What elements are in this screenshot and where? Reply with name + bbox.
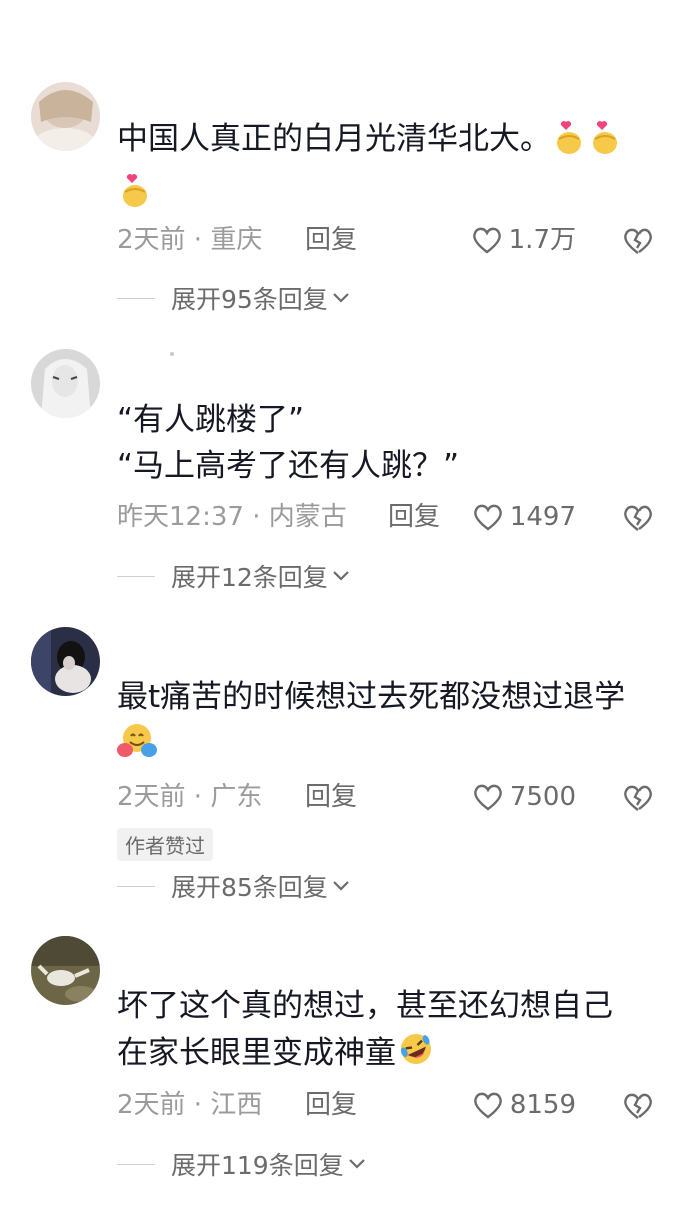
divider-line (117, 1163, 155, 1165)
comment-text: 中国人真正的白月光清华北大。 (117, 115, 662, 221)
like-button[interactable]: 1497 (472, 495, 576, 539)
expand-label: 展开85条回复 (171, 873, 328, 902)
broken-heart-icon (624, 785, 652, 811)
comment-text-content: 中国人真正的白月光清华北大。 (117, 121, 551, 157)
heart-icon (473, 784, 502, 811)
time-location: 2天前 · 重庆 (117, 225, 263, 255)
time-location: 2天前 · 江西 (117, 1090, 263, 1120)
chevron-down-icon (333, 881, 349, 891)
like-button[interactable]: 8159 (472, 1083, 576, 1127)
dislike-button[interactable] (622, 226, 654, 270)
avatar[interactable] (31, 627, 100, 696)
avatar[interactable] (31, 349, 100, 418)
expand-label: 展开12条回复 (171, 563, 328, 592)
reply-button[interactable]: 回复 (305, 218, 357, 262)
heart-icon (473, 1092, 502, 1119)
dislike-button[interactable] (622, 1091, 654, 1135)
expand-replies[interactable]: 展开12条回复 (117, 556, 350, 596)
comment-text-line: 在家长眼里变成神童 (117, 1029, 662, 1082)
expand-label: 展开95条回复 (171, 285, 328, 314)
avatar[interactable] (31, 82, 100, 151)
like-button[interactable]: 1.7万 (471, 218, 576, 262)
time-location: 2天前 · 广东 (117, 782, 263, 812)
avatar[interactable] (31, 936, 100, 1005)
hugging-face-emoji (117, 720, 157, 773)
expand-replies[interactable]: 展开85条回复 (117, 866, 350, 906)
comment-meta: 2天前 · 重庆 回复 1.7万 (117, 218, 662, 262)
reply-button[interactable]: 回复 (305, 1083, 357, 1127)
comment-meta: 2天前 · 江西 回复 8159 (117, 1083, 662, 1127)
heart-icon (473, 504, 502, 531)
like-button[interactable]: 7500 (472, 775, 576, 819)
time-location: 昨天12:37 · 内蒙古 (117, 502, 347, 532)
broken-heart-icon (624, 1093, 652, 1119)
dislike-button[interactable] (622, 503, 654, 547)
reply-button[interactable]: 回复 (305, 775, 357, 819)
like-count: 1497 (509, 502, 576, 532)
comment-text-line: “有人跳楼了” (117, 402, 305, 438)
finger-heart-emoji (117, 168, 153, 221)
expand-replies[interactable]: 展开119条回复 (117, 1144, 366, 1184)
divider-line (117, 575, 155, 577)
chevron-down-icon (333, 293, 349, 303)
chevron-down-icon (333, 571, 349, 581)
comment-text-content: 在家长眼里变成神童 (117, 1035, 396, 1071)
expand-replies[interactable]: 展开95条回复 (117, 278, 350, 318)
decorative-dot (170, 352, 174, 356)
rolling-laughing-emoji (396, 1029, 436, 1082)
chevron-down-icon (348, 1159, 365, 1169)
comment-text-line: 坏了这个真的想过，甚至还幻想自己 (117, 988, 613, 1024)
reply-button[interactable]: 回复 (388, 495, 440, 539)
broken-heart-icon (624, 505, 652, 531)
comment-meta: 昨天12:37 · 内蒙古 回复 1497 (117, 495, 662, 539)
heart-icon (472, 227, 501, 254)
comment-text: 坏了这个真的想过，甚至还幻想自己 在家长眼里变成神童 (117, 983, 662, 1082)
broken-heart-icon (624, 228, 652, 254)
dislike-button[interactable] (622, 783, 654, 827)
finger-heart-emoji (587, 115, 623, 168)
comment-text: “有人跳楼了” “马上高考了还有人跳？” (117, 397, 662, 489)
comment-text-content: 最t痛苦的时候想过去死都没想过退学 (117, 679, 626, 715)
comment-text: 最t痛苦的时候想过去死都没想过退学 (117, 674, 662, 773)
like-count: 8159 (509, 1090, 576, 1120)
author-liked-badge: 作者赞过 (117, 828, 213, 861)
comment-text-line: “马上高考了还有人跳？” (117, 448, 460, 484)
divider-line (117, 885, 155, 887)
like-count: 1.7万 (508, 225, 576, 255)
comment-meta: 2天前 · 广东 回复 7500 (117, 775, 662, 819)
finger-heart-emoji (551, 115, 587, 168)
expand-label: 展开119条回复 (171, 1151, 344, 1180)
divider-line (117, 297, 155, 299)
like-count: 7500 (509, 782, 576, 812)
